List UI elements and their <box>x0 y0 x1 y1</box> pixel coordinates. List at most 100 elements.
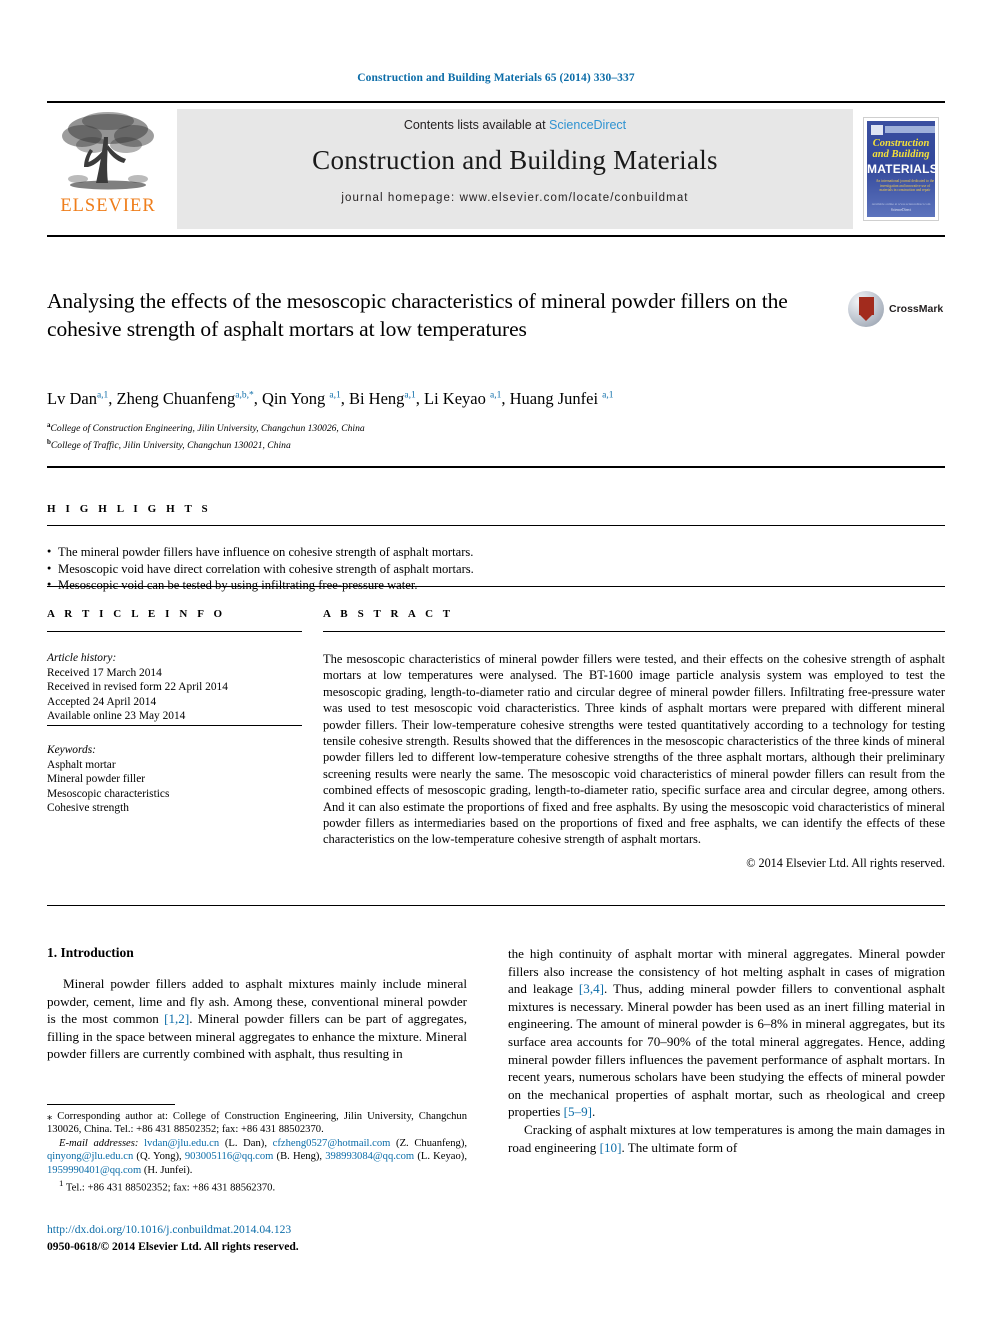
divider-highlights-head <box>47 525 945 526</box>
author-list: Lv Dana,1, Zheng Chuanfenga,b,*, Qin Yon… <box>47 389 847 409</box>
crossmark-label: CrossMark <box>889 303 944 315</box>
footnotes-block: ⁎ Corresponding author at: College of Co… <box>47 1104 467 1195</box>
tel-footnote-mark: 1 <box>59 1178 64 1189</box>
list-item: Mesoscopic void have direct correlation … <box>47 560 945 578</box>
keyword-item: Asphalt mortar <box>47 758 116 771</box>
email-label: E-mail addresses: <box>59 1137 139 1149</box>
email-who: (Q. Yong), <box>133 1151 185 1163</box>
abstract-section: A B S T R A C T The mesoscopic character… <box>323 608 945 871</box>
abstract-copyright: © 2014 Elsevier Ltd. All rights reserved… <box>746 855 945 870</box>
author-name: Bi Heng <box>348 389 405 408</box>
citation-ref[interactable]: [5–9] <box>564 1104 592 1119</box>
footnote-divider <box>47 1104 175 1105</box>
author-affil-mark[interactable]: a,1 <box>329 391 340 401</box>
author-sep: , <box>501 389 510 408</box>
divider-below-abstract <box>47 905 945 906</box>
corresponding-author-note: ⁎ Corresponding author at: College of Co… <box>47 1111 467 1136</box>
paragraph: Mineral powder fillers added to asphalt … <box>47 975 467 1063</box>
history-item: Available online 23 May 2014 <box>47 710 186 723</box>
tel-footnote-text: Tel.: +86 431 88502352; fax: +86 431 885… <box>65 1182 276 1194</box>
sciencedirect-link[interactable]: ScienceDirect <box>549 118 626 132</box>
author-affil-mark[interactable]: a,1 <box>490 391 501 401</box>
contents-list-line: Contents lists available at ScienceDirec… <box>177 109 853 132</box>
article-history-label: Article history: <box>47 652 117 664</box>
email-link[interactable]: 398993084@qq.com <box>325 1151 414 1162</box>
paragraph: the high continuity of asphalt mortar wi… <box>508 945 945 1121</box>
keyword-item: Mineral powder filler <box>47 773 146 786</box>
cover-top-bar <box>885 126 935 133</box>
email-who: (H. Junfei). <box>141 1164 193 1176</box>
contents-prefix: Contents lists available at <box>403 118 550 132</box>
author-item: Bi Henga,1, <box>349 389 424 408</box>
paragraph: Cracking of asphalt mixtures at low temp… <box>508 1121 945 1156</box>
email-who: (L. Dan), <box>219 1137 273 1149</box>
affiliation-list: aCollege of Construction Engineering, Ji… <box>47 419 747 452</box>
author-affil-mark[interactable]: a,1 <box>602 391 613 401</box>
title-block: Analysing the effects of the mesoscopic … <box>47 288 837 343</box>
author-sep: , <box>253 389 262 408</box>
email-link[interactable]: lvdan@jlu.edu.cn <box>144 1138 219 1149</box>
abstract-heading: A B S T R A C T <box>323 608 454 620</box>
author-item: Huang Junfei a,1 <box>510 389 614 408</box>
divider-keywords <box>47 725 302 726</box>
author-name: Qin Yong <box>261 389 330 408</box>
author-name: Lv Dan <box>47 389 97 408</box>
journal-homepage-line[interactable]: journal homepage: www.elsevier.com/locat… <box>177 176 853 204</box>
author-item: Lv Dana,1, <box>47 389 117 408</box>
email-link[interactable]: 903005116@qq.com <box>185 1151 274 1162</box>
affiliation-item: aCollege of Construction Engineering, Ji… <box>47 419 747 436</box>
doi-link[interactable]: http://dx.doi.org/10.1016/j.conbuildmat.… <box>47 1223 291 1236</box>
email-who: (B. Heng), <box>273 1151 326 1163</box>
cover-footer-top: Available online at www.sciencedirect.co… <box>871 202 931 206</box>
citation-ref[interactable]: [1,2] <box>164 1011 189 1026</box>
tel-footnote: 1 Tel.: +86 431 88502352; fax: +86 431 8… <box>47 1177 467 1195</box>
citation-ref[interactable]: [10] <box>600 1140 622 1155</box>
author-affil-mark[interactable]: a,1 <box>97 391 108 401</box>
cover-subtitle: An international journal dedicated to th… <box>875 179 935 193</box>
citation-ref[interactable]: [3,4] <box>579 981 604 996</box>
author-item: Li Keyao a,1, <box>424 389 510 408</box>
author-name: Zheng Chuanfeng <box>116 389 236 408</box>
journal-cover-image: Construction and Building MATERIALS An i… <box>863 117 939 221</box>
author-affil-mark[interactable]: a,1 <box>404 391 415 401</box>
paragraph-text: . The ultimate form of <box>621 1139 738 1155</box>
journal-title: Construction and Building Materials <box>312 145 718 175</box>
author-name: Li Keyao <box>424 389 490 408</box>
author-affil-mark[interactable]: a,b,* <box>235 391 253 401</box>
page-title: Analysing the effects of the mesoscopic … <box>47 289 788 341</box>
keyword-item: Cohesive strength <box>47 802 129 815</box>
affiliation-item: bCollege of Traffic, Jilin University, C… <box>47 436 747 453</box>
elsevier-wordmark: ELSEVIER <box>60 196 156 216</box>
cover-elsevier-mark <box>871 125 883 135</box>
author-item: Qin Yong a,1, <box>262 389 349 408</box>
email-link[interactable]: 1959990401@qq.com <box>47 1165 141 1176</box>
keywords-label: Keywords: <box>47 743 96 756</box>
crossmark-badge[interactable]: CrossMark <box>848 288 944 330</box>
list-item: The mineral powder fillers have influenc… <box>47 543 945 561</box>
elsevier-logo: ELSEVIER <box>47 103 169 235</box>
divider-below-highlights <box>47 586 945 587</box>
running-head: Construction and Building Materials 65 (… <box>357 72 635 84</box>
email-who: (Z. Chuanfeng), <box>390 1137 468 1149</box>
author-sep: , <box>415 389 425 408</box>
history-item: Received in revised form 22 April 2014 <box>47 681 228 694</box>
cover-title-line3: MATERIALS <box>867 162 935 176</box>
author-item: Zheng Chuanfenga,b,*, <box>117 389 262 408</box>
keywords-block: Keywords: Asphalt mortar Mineral powder … <box>47 743 302 816</box>
email-link[interactable]: qinyong@jlu.edu.cn <box>47 1151 133 1162</box>
cover-footer: ScienceDirect <box>890 208 912 212</box>
history-item: Received 17 March 2014 <box>47 666 162 679</box>
email-link[interactable]: cfzheng0527@hotmail.com <box>273 1138 391 1149</box>
author-sep: , <box>340 389 349 408</box>
intro-left-column: 1. Introduction Mineral powder fillers a… <box>47 945 467 1063</box>
highlights-heading: H I G H L I G H T S <box>47 503 212 515</box>
intro-right-column: the high continuity of asphalt mortar wi… <box>508 945 945 1156</box>
journal-masthead: ELSEVIER Contents lists available at Sci… <box>47 101 945 237</box>
paragraph-text: . Thus, adding mineral powder fillers to… <box>508 981 945 1120</box>
article-info-section: A R T I C L E I N F O Article history: R… <box>47 608 302 816</box>
journal-cover-wrap: Construction and Building MATERIALS An i… <box>857 103 945 235</box>
author-sep: , <box>108 389 117 408</box>
cover-title-line2: and Building <box>872 149 930 160</box>
affiliation-text: College of Traffic, Jilin University, Ch… <box>50 439 291 451</box>
article-history-block: Article history: Received 17 March 2014 … <box>47 651 302 724</box>
